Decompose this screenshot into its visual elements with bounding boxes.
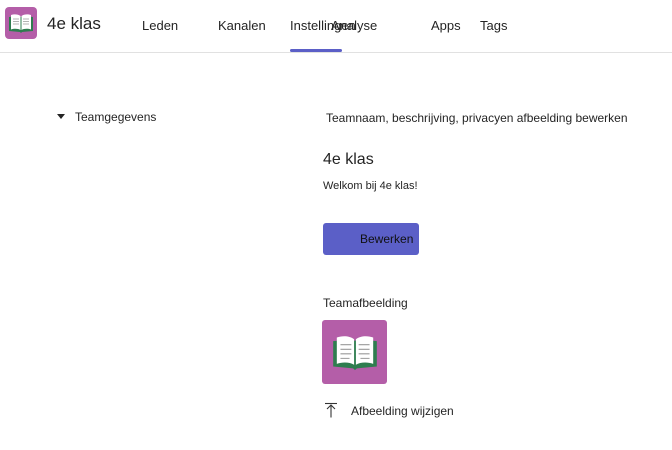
section-label: Teamgegevens — [75, 110, 157, 124]
tab-kanalen[interactable]: Kanalen — [218, 18, 266, 33]
top-header: 4e klas Leden Kanalen Instellingen Analy… — [0, 0, 672, 53]
tab-tags[interactable]: Tags — [480, 18, 507, 33]
upload-icon — [325, 402, 337, 417]
change-picture-button[interactable]: Afbeelding wijzigen — [324, 401, 454, 418]
edit-caption: Teamnaam, beschrijving, privacyen afbeel… — [326, 111, 628, 125]
team-logo[interactable] — [5, 7, 37, 39]
active-tab-indicator — [290, 49, 342, 52]
open-book-icon — [332, 336, 377, 371]
team-display-name: 4e klas — [323, 151, 374, 168]
edit-button[interactable]: Bewerken — [323, 223, 419, 255]
team-picture — [322, 320, 387, 384]
team-details-section-toggle[interactable]: Teamgegevens — [57, 110, 156, 124]
team-name: 4e klas — [47, 14, 101, 33]
tab-apps[interactable]: Apps — [431, 18, 461, 33]
team-picture-heading: Teamafbeelding — [323, 296, 408, 310]
team-description: Welkom bij 4e klas! — [323, 180, 418, 192]
tab-leden[interactable]: Leden — [142, 18, 178, 33]
caret-down-icon — [57, 113, 65, 119]
change-picture-label: Afbeelding wijzigen — [351, 404, 454, 418]
open-book-icon — [9, 14, 33, 33]
tab-analyse[interactable]: Analyse — [331, 18, 377, 33]
